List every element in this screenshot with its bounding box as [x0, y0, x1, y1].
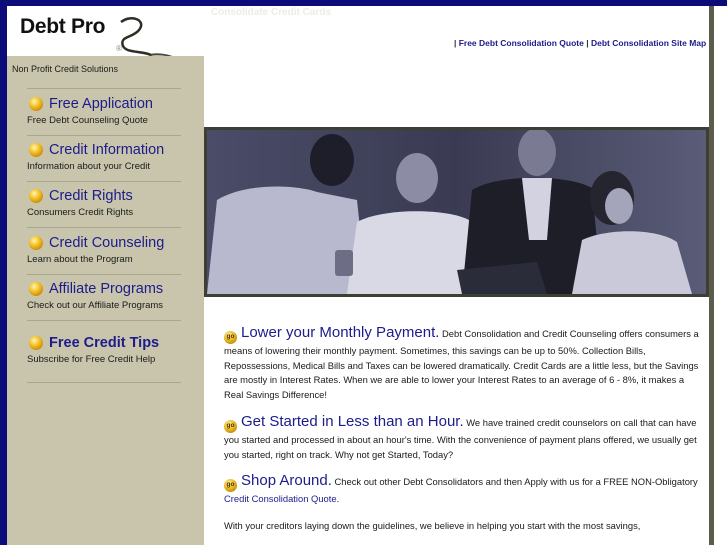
sidebar-item-free-application[interactable]: Free Application Free Debt Counseling Qu…: [27, 95, 181, 126]
closing-paragraph: With your creditors laying down the guid…: [224, 519, 641, 531]
gold-bullet-icon: [29, 236, 43, 250]
sidebar-item-credit-rights[interactable]: Credit Rights Consumers Credit Rights: [27, 187, 181, 218]
gold-bullet-icon: [29, 336, 43, 350]
sidebar-item-credit-counseling[interactable]: Credit Counseling Learn about the Progra…: [27, 234, 181, 265]
nav-subtitle: Free Debt Counseling Quote: [27, 115, 148, 126]
tagline: Non Profit Credit Solutions: [12, 64, 119, 74]
nav-divider: [27, 274, 181, 275]
link-separator: |: [453, 38, 457, 48]
go-icon: go: [224, 419, 237, 433]
nav-title[interactable]: Free Credit Tips: [49, 334, 159, 352]
gold-bullet-icon: [29, 97, 43, 111]
go-icon: go: [224, 331, 237, 344]
section-get-started: go Get Started in Less than an Hour. We h…: [224, 412, 699, 462]
nav-divider: [27, 382, 181, 383]
faint-page-title: Consolidate Credit Cards: [211, 7, 332, 18]
go-icon: go: [224, 479, 237, 493]
nav-divider: [27, 181, 181, 182]
section-heading: Get Started in Less than an Hour.: [241, 412, 464, 430]
section-shop-around: go Shop Around. Check out other Debt Cons…: [224, 472, 699, 507]
site-map-link[interactable]: Debt Consolidation Site Map: [591, 38, 706, 48]
main-content: go Lower your Monthly Payment. Debt Conso…: [224, 324, 699, 545]
gold-bullet-icon: [29, 282, 43, 296]
nav-title[interactable]: Free Application: [49, 95, 153, 113]
link-separator: |: [586, 38, 589, 48]
nav-divider: [27, 227, 181, 228]
section-heading: Shop Around.: [241, 472, 332, 490]
nav-subtitle: Check out our Affiliate Programs: [27, 300, 164, 311]
nav-subtitle: Learn about the Program: [27, 254, 133, 265]
page-frame: Debt Pro ® Non Profit Credit Solutions F…: [7, 6, 727, 545]
nav-title[interactable]: Credit Information: [49, 141, 164, 159]
section-heading: Lower your Monthly Payment.: [241, 324, 440, 341]
nav-divider: [27, 135, 181, 136]
nav-title[interactable]: Credit Counseling: [49, 234, 164, 252]
nav-subtitle: Consumers Credit Rights: [27, 207, 134, 218]
sidebar-item-affiliate-programs[interactable]: Affiliate Programs Check out our Affilia…: [27, 280, 181, 311]
sidebar-item-credit-information[interactable]: Credit Information Information about you…: [27, 141, 181, 172]
logo[interactable]: Debt Pro ®: [7, 6, 204, 94]
nav-divider: [27, 320, 181, 321]
credit-consolidation-quote-link[interactable]: Credit Consolidation Quote: [224, 493, 337, 504]
free-quote-link[interactable]: Free Debt Consolidation Quote: [459, 38, 584, 48]
top-links: | Free Debt Consolidation Quote | Debt C…: [454, 38, 711, 48]
hero-illustration: [207, 130, 706, 294]
nav-divider: [27, 88, 181, 89]
hero-photo: [204, 127, 709, 297]
section-lower-payment: go Lower your Monthly Payment. Debt Conso…: [224, 324, 699, 403]
section-tail: .: [336, 493, 340, 505]
sidebar-item-free-credit-tips[interactable]: Free Credit Tips Subscribe for Free Cred…: [27, 334, 181, 365]
nav-title[interactable]: Affiliate Programs: [49, 280, 163, 298]
right-border-bar: [709, 6, 714, 545]
nav-subtitle: Subscribe for Free Credit Help: [27, 354, 156, 365]
nav-subtitle: Information about your Credit: [27, 161, 151, 172]
section-body: Check out other Debt Consolidators and t…: [331, 476, 698, 488]
logo-text: Debt Pro: [20, 15, 106, 38]
gold-bullet-icon: [29, 189, 43, 203]
gold-bullet-icon: [29, 143, 43, 157]
sidebar: Non Profit Credit Solutions Free Applica…: [7, 56, 204, 545]
nav-title[interactable]: Credit Rights: [49, 187, 133, 205]
